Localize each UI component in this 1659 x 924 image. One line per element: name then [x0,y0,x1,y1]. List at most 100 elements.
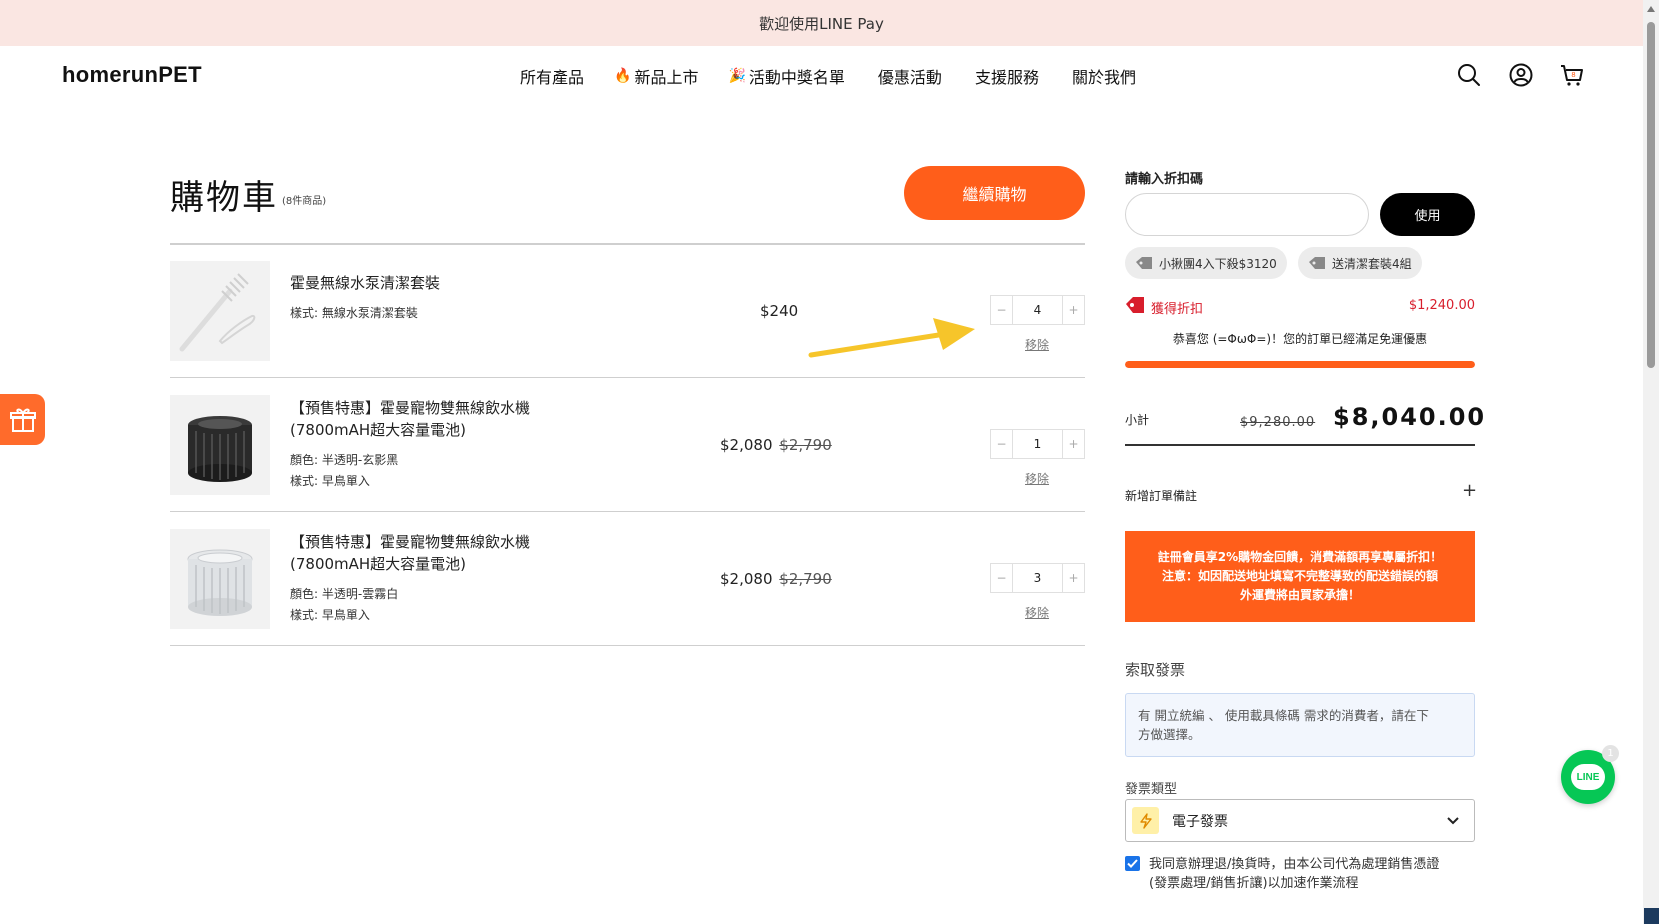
qty-decrease-button[interactable]: − [991,296,1012,324]
free-shipping-progress [1125,361,1475,368]
invoice-type-select[interactable]: 電子發票 [1125,799,1475,842]
info-line: 方做選擇。 [1138,727,1201,742]
nav-item-support[interactable]: 支援服務 [972,64,1039,88]
subtotal-original: $9,280.00 [1240,415,1316,430]
continue-shopping-button[interactable]: 繼續購物 [904,166,1085,220]
check-icon [1127,859,1138,868]
qty-increase-button[interactable]: + [1063,296,1084,324]
qty-decrease-button[interactable]: − [991,564,1012,592]
subtotal-label: 小計 [1125,413,1150,427]
product-image-fountain-black[interactable] [170,395,270,495]
product-variant: 顏色: 半透明-玄影黑 [290,453,399,467]
cart-icon[interactable]: 8 [1559,62,1585,88]
main-nav: 所有產品 🔥 新品上市 🎉 活動中獎名單 優惠活動 支援服務 關於我們 [517,64,1136,88]
gift-icon [9,408,36,432]
coupon-input[interactable] [1125,193,1369,236]
nav-label: 優惠活動 [877,68,942,87]
coupon-chip[interactable]: 送清潔套裝4組 [1298,247,1422,279]
cart-title: 購物車 [170,178,278,218]
agree-line: (發票處理/銷售折讓)以加速作業流程 [1149,876,1359,891]
product-name-line: (7800mAH超大容量電池) [290,421,467,439]
corner-widget[interactable] [1644,908,1659,924]
site-header: homerunPET 所有產品 🔥 新品上市 🎉 活動中獎名單 優惠活動 支援服… [0,46,1643,106]
scroll-up-arrow[interactable] [1647,6,1655,12]
free-shipping-message: 恭喜您 (=ΦωΦ=)！您的訂單已經滿足免運優惠 [1172,332,1428,346]
remove-link[interactable]: 移除 [1025,336,1049,353]
current-price: $240 [760,302,799,320]
order-note-toggle[interactable]: 新增訂單備註 [1125,487,1197,504]
scrollbar[interactable] [1643,0,1659,924]
logo[interactable]: homerunPET [62,62,202,88]
party-icon: 🎉 [728,68,746,84]
coupon-chip[interactable]: 小揪團4入下殺$3120 [1125,247,1287,279]
product-name[interactable]: 【預售特惠】霍曼寵物雙無線飲水機 (7800mAH超大容量電池) [290,531,530,575]
fountain-white-image [170,529,270,629]
nav-item-new-arrivals[interactable]: 🔥 新品上市 [614,64,698,88]
qty-increase-button[interactable]: + [1063,564,1084,592]
tag-icon [1309,257,1325,269]
page: 歡迎使用LINE Pay homerunPET 所有產品 🔥 新品上市 🎉 活動… [0,0,1659,924]
nav-item-all-products[interactable]: 所有產品 [517,64,584,88]
product-image-fountain-white[interactable] [170,529,270,629]
product-price: $2,080 $2,790 [720,436,832,454]
tag-icon [1136,257,1152,269]
chip-label: 小揪團4入下殺$3120 [1159,256,1277,271]
promo-line: 外運費將由買家承擔！ [1239,588,1360,602]
nav-label: 關於我們 [1071,68,1136,87]
discount-tag-icon [1126,297,1144,313]
line-chat-badge: 1 [1602,745,1619,762]
product-price: $240 [760,302,798,320]
product-name[interactable]: 【預售特惠】霍曼寵物雙無線飲水機 (7800mAH超大容量電池) [290,397,530,441]
product-name-line: 【預售特惠】霍曼寵物雙無線飲水機 [290,399,531,417]
promo-banner: 註冊會員享2%購物金回饋，消費滿額再享專屬折扣！ 注意：如因配送地址填寫不完整導… [1125,531,1475,622]
quantity-stepper: − 1 + [990,429,1085,459]
qty-decrease-button[interactable]: − [991,430,1012,458]
invoice-type-label: 發票類型 [1125,782,1178,797]
product-variant: 樣式: 無線水泵清潔套裝 [290,306,418,320]
product-price: $2,080 $2,790 [720,570,832,588]
original-price: $2,790 [779,570,832,588]
promo-line: 注意：如因配送地址填寫不完整導致的配送錯誤的額 [1161,569,1438,583]
apply-coupon-button[interactable]: 使用 [1380,193,1475,236]
cart-item-row: 【預售特惠】霍曼寵物雙無線飲水機 (7800mAH超大容量電池) 顏色: 半透明… [170,512,1085,646]
agree-line: 我同意辦理退/換貨時，由本公司代為處理銷售憑證 [1149,857,1440,872]
cart-item-count: (8件商品) [282,196,327,207]
remove-link[interactable]: 移除 [1025,604,1049,621]
chevron-down-icon [1447,816,1459,824]
original-price: $2,790 [779,436,832,454]
info-line: 有 開立統編 、 使用載具條碼 需求的消費者，請在下 [1138,708,1429,723]
progress-fill [1125,361,1475,368]
gift-tab[interactable] [0,394,45,445]
qty-increase-button[interactable]: + [1063,430,1084,458]
current-price: $2,080 [720,436,773,454]
qty-input[interactable]: 3 [1012,564,1063,592]
product-variant: 樣式: 早鳥單入 [290,474,370,488]
divider [1125,444,1475,446]
account-icon[interactable] [1508,62,1534,88]
nav-item-winners[interactable]: 🎉 活動中獎名單 [728,64,844,88]
quantity-stepper: − 3 + [990,563,1085,593]
invoice-title: 索取發票 [1125,661,1186,679]
remove-link[interactable]: 移除 [1025,470,1049,487]
nav-item-about[interactable]: 關於我們 [1069,64,1136,88]
product-variant: 顏色: 半透明-雲霧白 [290,587,399,601]
plus-icon[interactable]: + [1462,480,1477,501]
invoice-type-value: 電子發票 [1172,813,1228,830]
nav-label: 所有產品 [520,68,585,87]
scrollbar-thumb[interactable] [1647,22,1655,368]
annotation-arrow [808,318,975,358]
qty-input[interactable]: 4 [1012,296,1063,324]
cart-item-row: 【預售特惠】霍曼寵物雙無線飲水機 (7800mAH超大容量電池) 顏色: 半透明… [170,378,1085,512]
product-name[interactable]: 霍曼無線水泵清潔套裝 [290,272,440,294]
invoice-info-box: 有 開立統編 、 使用載具條碼 需求的消費者，請在下 方做選擇。 [1125,693,1475,757]
nav-item-promotions[interactable]: 優惠活動 [875,64,942,88]
agree-checkbox[interactable] [1125,856,1140,871]
discount-value: $1,240.00 [1408,298,1475,313]
product-image-cleaning-kit[interactable] [170,261,270,361]
product-variant: 樣式: 早鳥單入 [290,608,370,622]
qty-input[interactable]: 1 [1012,430,1063,458]
lightning-icon [1132,807,1159,834]
search-icon[interactable] [1456,62,1482,88]
nav-label: 新品上市 [634,68,699,87]
nav-label: 活動中獎名單 [748,68,845,87]
